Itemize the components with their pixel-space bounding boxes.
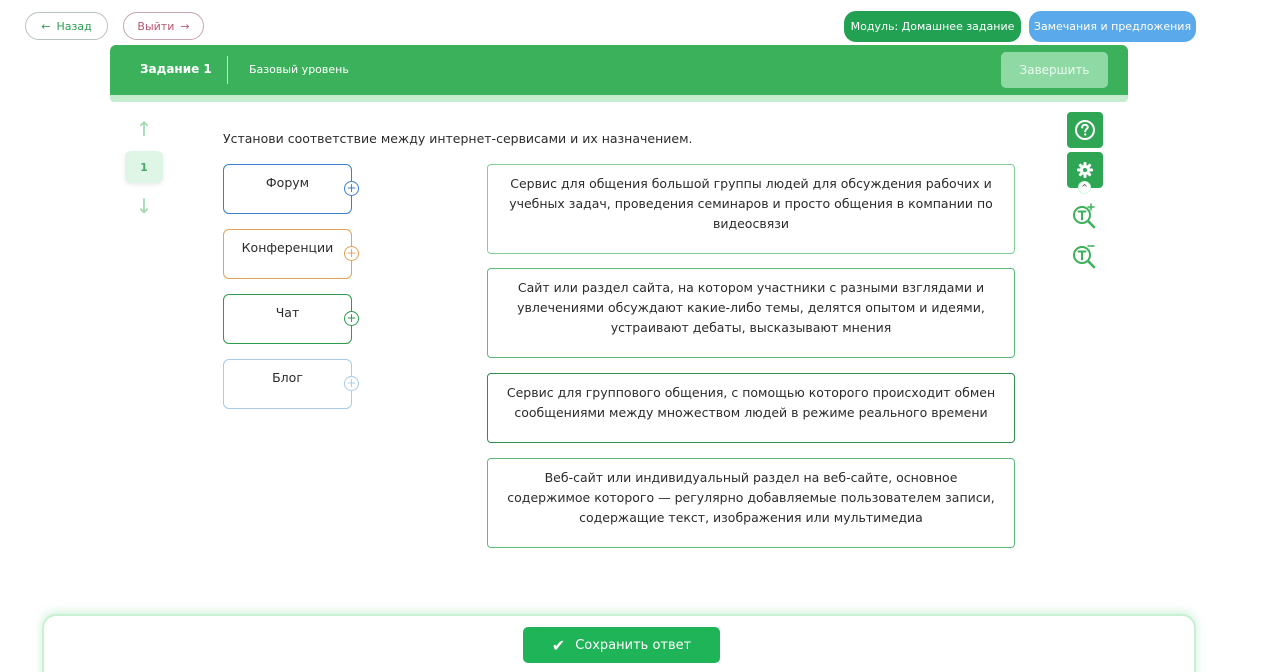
plus-circle-icon[interactable]: + (344, 311, 359, 326)
finish-button-label: Завершить (1019, 63, 1090, 77)
exit-button[interactable]: Выйти → (123, 12, 204, 40)
term-card-blog[interactable]: Блог + (223, 359, 359, 409)
question-circle-icon (1075, 120, 1095, 140)
term-label: Чат (275, 305, 300, 320)
chevron-up-icon[interactable]: ^ (1078, 181, 1091, 194)
definition-card[interactable]: Веб-сайт или индивидуальный раздел на ве… (487, 458, 1015, 548)
help-button[interactable] (1067, 112, 1103, 148)
back-button-label: Назад (56, 19, 92, 33)
back-button[interactable]: ← Назад (25, 12, 108, 40)
arrow-right-icon: → (180, 19, 190, 33)
finish-button[interactable]: Завершить (1001, 52, 1108, 88)
module-button[interactable]: Модуль: Домашнее задание (844, 11, 1021, 42)
task-header: Задание 1 Базовый уровень Завершить (110, 45, 1128, 95)
module-button-label: Модуль: Домашнее задание (850, 20, 1015, 33)
checkmark-icon: ✔ (551, 635, 566, 655)
save-answer-button[interactable]: ✔ Сохранить ответ (523, 627, 720, 663)
gear-icon (1077, 162, 1093, 178)
term-card-conferences[interactable]: Конференции + (223, 229, 359, 279)
definition-card[interactable]: Сайт или раздел сайта, на котором участн… (487, 268, 1015, 358)
text-zoom-out-button[interactable] (1070, 241, 1098, 269)
plus-circle-icon[interactable]: + (344, 246, 359, 261)
save-answer-label: Сохранить ответ (575, 637, 692, 653)
term-label: Форум (265, 175, 310, 190)
term-label: Блог (272, 370, 303, 385)
task-header-shadow (110, 95, 1128, 102)
question-number-badge[interactable]: 1 (125, 151, 163, 183)
definition-text: Сайт или раздел сайта, на котором участн… (517, 280, 985, 335)
definition-text: Сервис для группового общения, с помощью… (506, 385, 996, 420)
feedback-button-label: Замечания и предложения (1033, 20, 1192, 33)
feedback-button[interactable]: Замечания и предложения (1029, 11, 1196, 42)
exit-button-label: Выйти (137, 19, 175, 33)
plus-circle-icon[interactable]: + (344, 181, 359, 196)
header-divider (227, 56, 228, 84)
question-text: Установи соответствие между интернет-сер… (223, 131, 693, 146)
term-card-chat[interactable]: Чат + (223, 294, 359, 344)
plus-circle-icon[interactable]: + (344, 376, 359, 391)
definition-card[interactable]: Сервис для общения большой группы людей … (487, 164, 1015, 254)
text-zoom-in-icon (1073, 203, 1096, 229)
previous-question-arrow-icon[interactable]: ↑ (134, 119, 154, 139)
next-question-arrow-icon[interactable]: ↓ (134, 196, 154, 216)
task-level: Базовый уровень (249, 63, 349, 76)
question-number: 1 (140, 160, 148, 174)
arrow-left-icon: ← (41, 19, 51, 33)
text-zoom-out-icon (1073, 245, 1096, 269)
text-zoom-in-button[interactable] (1070, 201, 1098, 229)
definition-text: Веб-сайт или индивидуальный раздел на ве… (507, 470, 995, 525)
definition-text: Сервис для общения большой группы людей … (509, 176, 993, 231)
task-title: Задание 1 (140, 62, 212, 76)
term-card-forum[interactable]: Форум + (223, 164, 359, 214)
term-label: Конференции (241, 240, 334, 255)
definition-card[interactable]: Сервис для группового общения, с помощью… (487, 373, 1015, 443)
